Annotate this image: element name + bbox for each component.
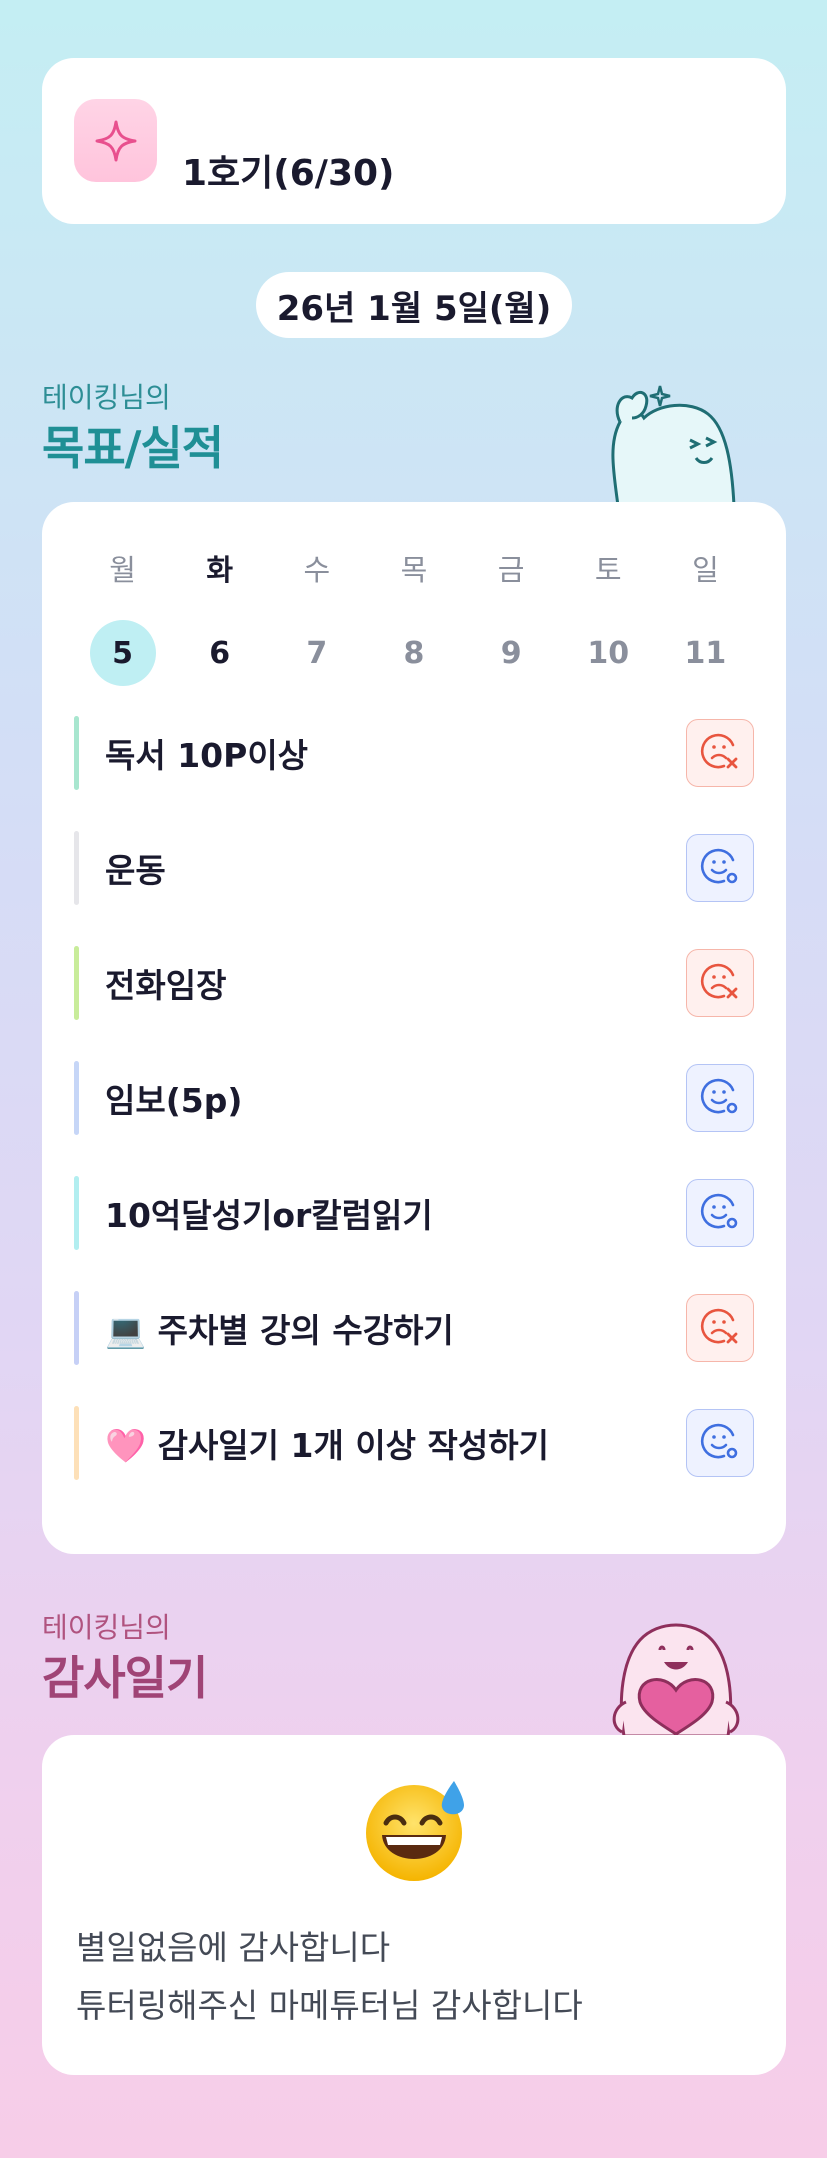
goal-status-button[interactable] [686, 719, 754, 787]
mascot-thumbs-up-illustration [611, 385, 736, 506]
day-tue[interactable]: 화6 [171, 550, 268, 686]
thanks-subtitle: 테이킹님의 [42, 1611, 171, 1644]
goal-color-bar [74, 1406, 79, 1480]
goal-row[interactable]: 독서 10P이상 [74, 716, 754, 790]
day-name: 일 [692, 553, 719, 587]
day-number: 9 [500, 635, 522, 671]
goal-color-bar [74, 1291, 79, 1365]
smile-face-check-icon [700, 1421, 740, 1465]
day-number: 8 [403, 635, 425, 671]
thanks-title: 감사일기 [42, 1651, 208, 1705]
sparkle-icon [74, 99, 157, 182]
day-name: 화 [206, 553, 234, 587]
goal-row[interactable]: 임보(5p) [74, 1061, 754, 1135]
day-sun[interactable]: 일 11 [657, 550, 754, 686]
goal-label: 🩷 감사일기 1개 이상 작성하기 [105, 1426, 549, 1465]
goal-status-button[interactable] [686, 834, 754, 902]
goal-status-button[interactable] [686, 1294, 754, 1362]
day-thu[interactable]: 목8 [365, 550, 462, 686]
smile-face-check-icon [700, 1191, 740, 1235]
day-name: 월 [109, 553, 136, 587]
goal-label: 전화임장 [105, 966, 227, 1005]
goal-color-bar [74, 716, 79, 790]
goal-color-bar [74, 1061, 79, 1135]
day-sat[interactable]: 토 10 [560, 550, 657, 686]
day-wed[interactable]: 수7 [268, 550, 365, 686]
goal-row[interactable]: 💻 주차별 강의 수강하기 [74, 1291, 754, 1365]
sad-face-x-icon [700, 1306, 740, 1350]
date-label[interactable]: 26년 1월 5일(월) [256, 272, 572, 338]
goal-row[interactable]: 운동 [74, 831, 754, 905]
goals-subtitle: 테이킹님의 [42, 381, 171, 414]
goal-label: 운동 [105, 851, 166, 890]
day-number: 7 [306, 635, 328, 671]
sad-face-x-icon [700, 731, 740, 775]
goal-status-button[interactable] [686, 949, 754, 1017]
goal-row[interactable]: 전화임장 [74, 946, 754, 1020]
smile-face-check-icon [700, 846, 740, 890]
thanks-card: 별일없음에 감사합니다 튜터링해주신 마메튜터님 감사합니다 [42, 1735, 786, 2075]
week-selector: 월5 화6 수7 목8 금9 토 10 일 11 [74, 550, 754, 686]
grinning-sweat-emoji-icon [366, 1781, 464, 1881]
goal-color-bar [74, 946, 79, 1020]
goals-title: 목표/실적 [42, 421, 224, 475]
day-number: 5 [89, 620, 156, 686]
day-name: 수 [303, 553, 331, 587]
goals-card: 월5 화6 수7 목8 금9 토 10 일 11 독서 10P이상 운동 전화임장 임보(… [42, 502, 786, 1554]
smile-face-check-icon [700, 1076, 740, 1120]
goal-label: 임보(5p) [105, 1081, 243, 1120]
day-mon[interactable]: 월5 [74, 550, 171, 686]
cohort-card[interactable]: 1호기(6/30) [42, 58, 786, 224]
day-number: 11 [684, 635, 727, 671]
day-fri[interactable]: 금9 [463, 550, 560, 686]
goal-color-bar [74, 1176, 79, 1250]
thanks-line-1: 별일없음에 감사합니다 [76, 1928, 391, 1967]
day-number: 6 [209, 635, 231, 671]
goal-label: 10억달성기or칼럼읽기 [105, 1196, 433, 1235]
day-name: 금 [497, 553, 525, 587]
goal-status-button[interactable] [686, 1179, 754, 1247]
goal-status-button[interactable] [686, 1064, 754, 1132]
goal-color-bar [74, 831, 79, 905]
sad-face-x-icon [700, 961, 740, 1005]
goal-label: 💻 주차별 강의 수강하기 [105, 1311, 454, 1350]
day-name: 토 [594, 553, 622, 587]
goal-label: 독서 10P이상 [105, 736, 309, 775]
goal-row[interactable]: 10억달성기or칼럼읽기 [74, 1176, 754, 1250]
thanks-line-2: 튜터링해주신 마메튜터님 감사합니다 [76, 1986, 583, 2025]
day-name: 목 [400, 553, 428, 587]
day-number: 10 [587, 635, 630, 671]
mascot-heart-illustration [612, 1623, 740, 1736]
cohort-title: 1호기(6/30) [182, 153, 395, 194]
goal-row[interactable]: 🩷 감사일기 1개 이상 작성하기 [74, 1406, 754, 1480]
goal-status-button[interactable] [686, 1409, 754, 1477]
